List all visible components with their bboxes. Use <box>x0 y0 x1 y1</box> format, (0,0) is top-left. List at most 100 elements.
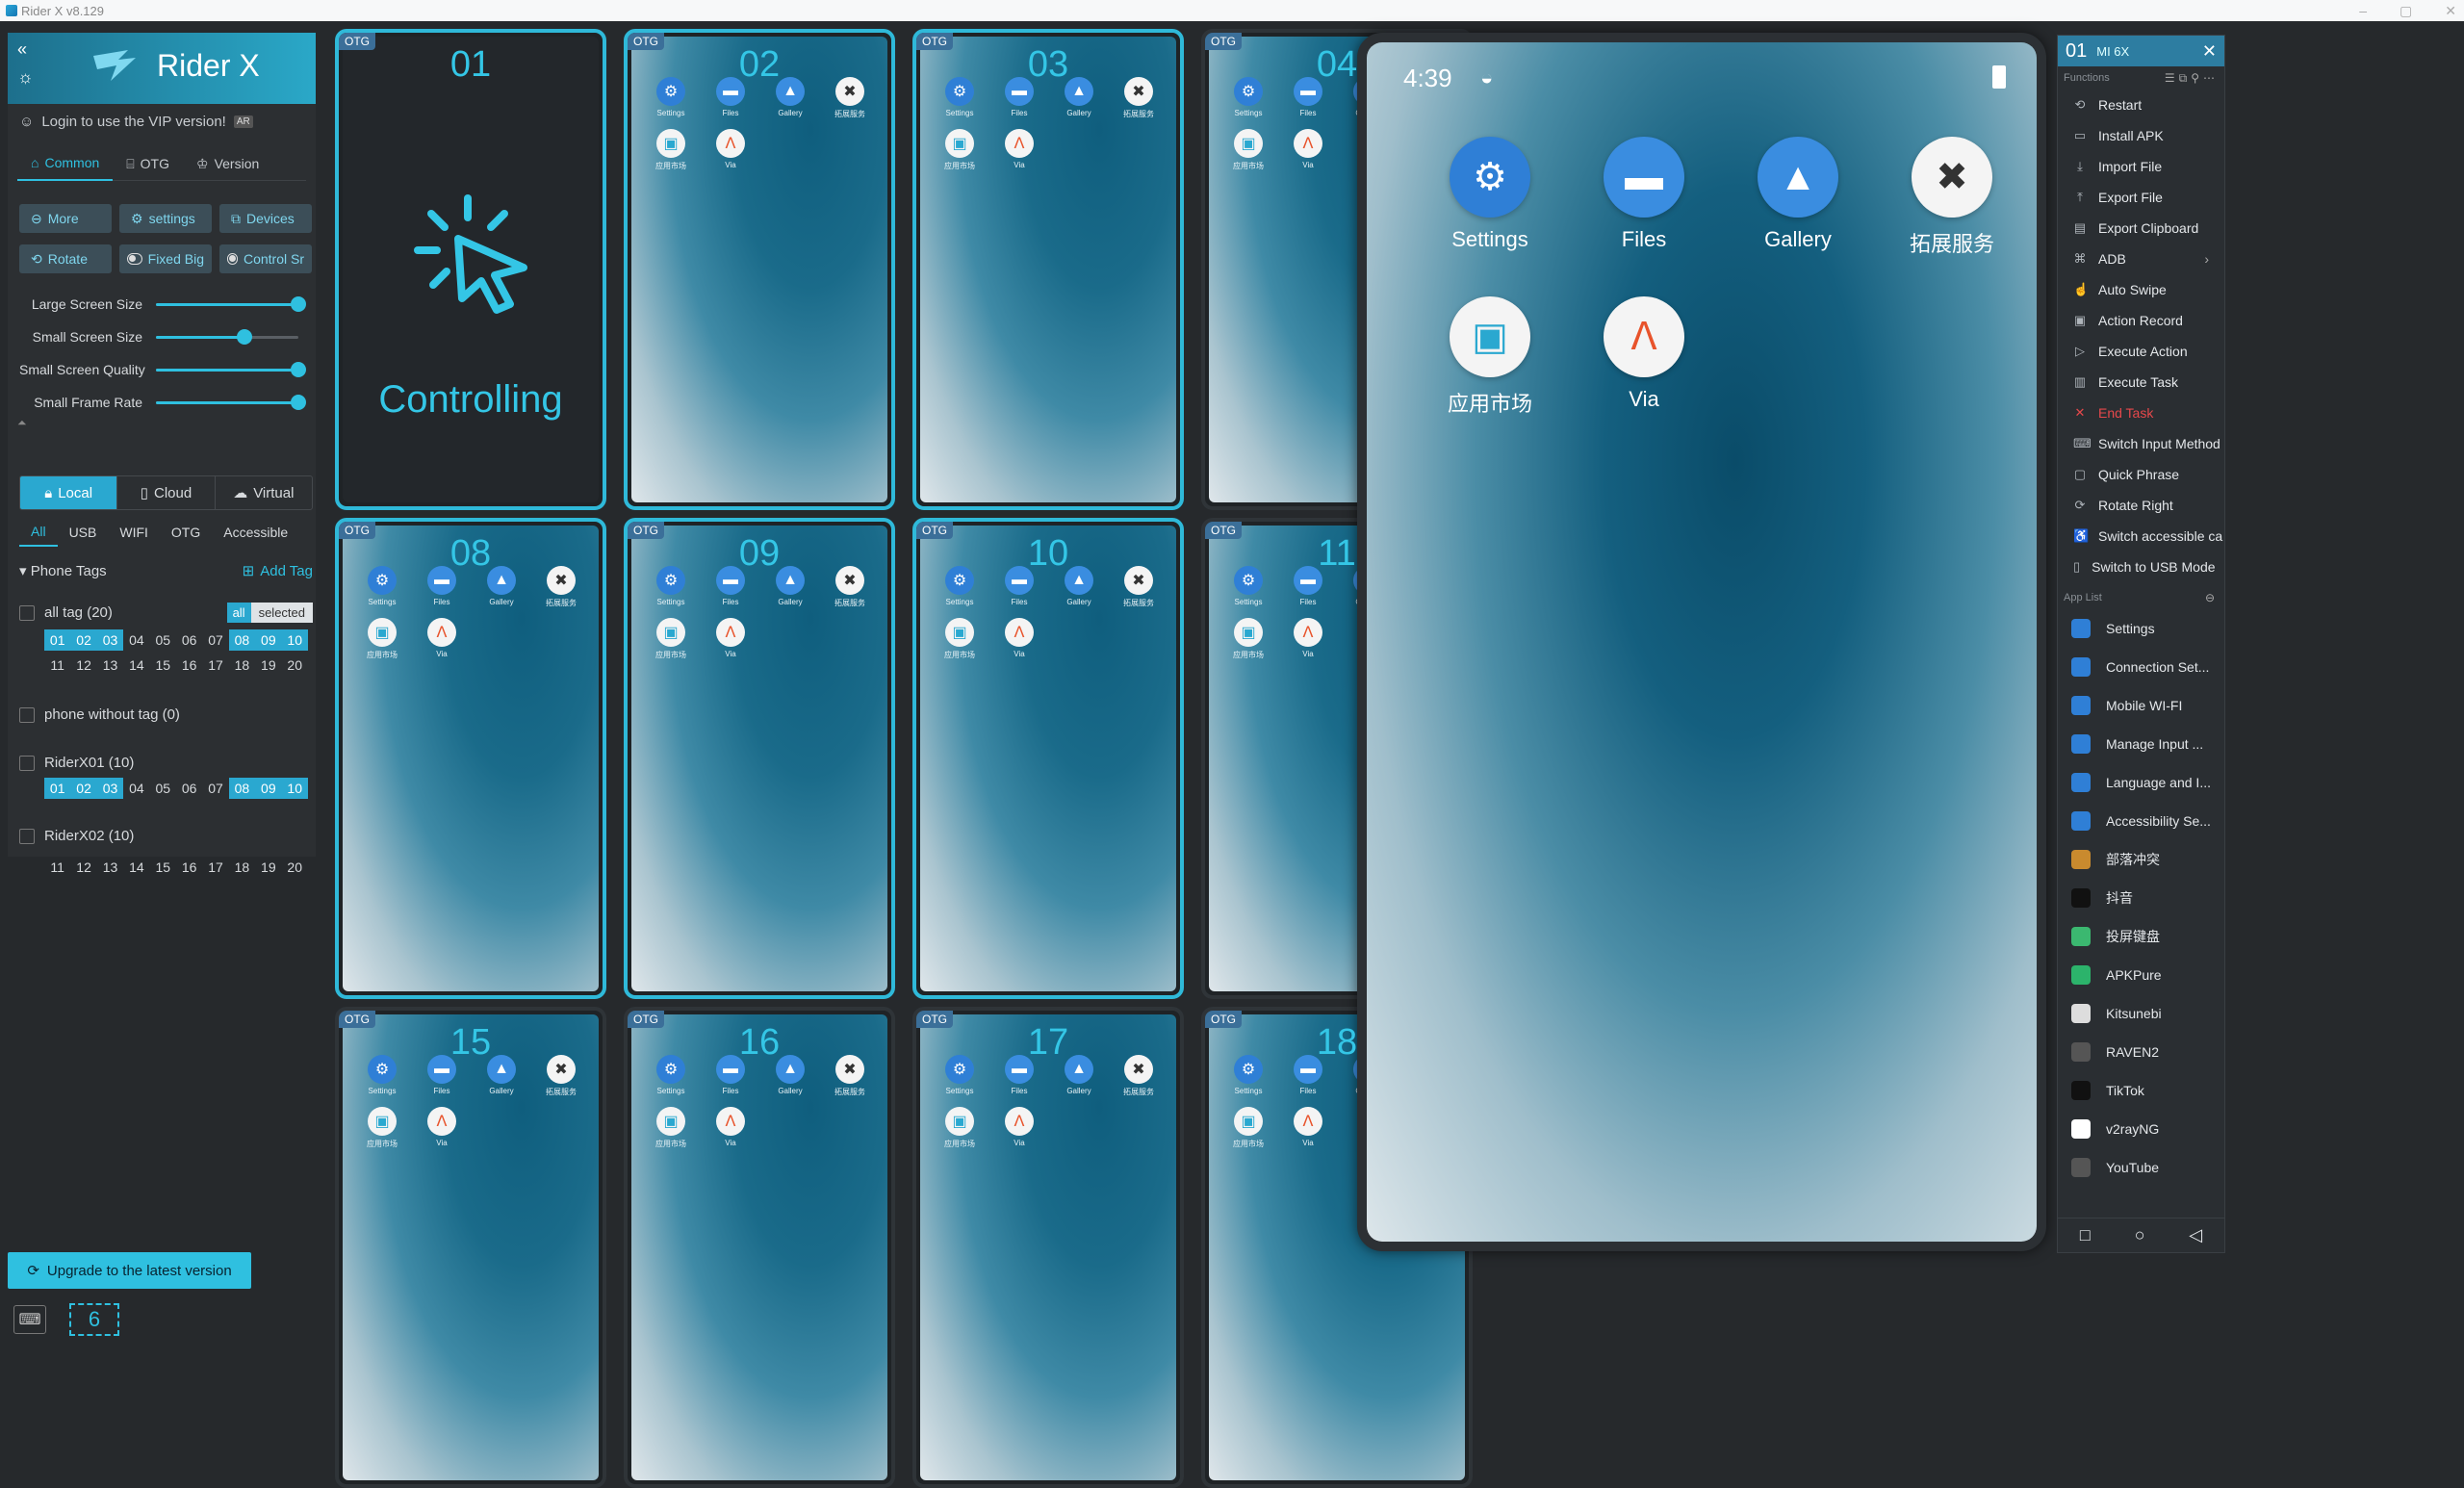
tag-number-02[interactable]: 02 <box>70 778 97 799</box>
add-tag-button[interactable]: ⊞ Add Tag <box>243 562 313 580</box>
filter-accessible-tab[interactable]: Accessible <box>212 518 299 547</box>
phone-app[interactable]: ᐱ Via <box>412 1107 472 1149</box>
large-screen-size-slider[interactable]: Large Screen Size <box>19 295 313 314</box>
phone-tile-02[interactable]: OTG 02 ⚙ Settings ▬ Files ▲ Gallery ✖ 拓展服务 ▣ 应用市场 ᐱ V… <box>624 29 895 510</box>
function-auto-swipe[interactable]: ☝ Auto Swipe <box>2058 274 2224 305</box>
panel-tools-icon[interactable]: ☰⧉⚲⋯ <box>2165 71 2219 86</box>
phone-app[interactable]: ▣ 应用市场 <box>930 618 989 660</box>
slider-track[interactable] <box>156 394 306 410</box>
tag-number-17[interactable]: 17 <box>202 654 228 676</box>
theme-sun-icon[interactable]: ☼ <box>17 67 34 88</box>
tag-number-18[interactable]: 18 <box>229 654 255 676</box>
devices-button[interactable]: ⧉ Devices <box>219 204 312 233</box>
filter-otg-tab[interactable]: OTG <box>160 518 212 547</box>
tag-number-13[interactable]: 13 <box>97 654 123 676</box>
function-end-task[interactable]: ✕ End Task <box>2058 398 2224 428</box>
slider-thumb[interactable] <box>291 295 306 312</box>
tag-number-03[interactable]: 03 <box>96 629 124 651</box>
phone-app[interactable]: ▣ 应用市场 <box>352 618 412 660</box>
tag-number-18[interactable]: 18 <box>229 857 255 878</box>
collapse-up-icon[interactable]: ⏶ <box>17 416 27 430</box>
tag-number-16[interactable]: 16 <box>176 654 202 676</box>
app-list-item[interactable]: v2rayNG <box>2058 1110 2224 1148</box>
app-list-item[interactable]: TikTok <box>2058 1071 2224 1110</box>
control-sr-toggle[interactable]: Control Sr <box>219 244 312 273</box>
phone-app[interactable]: ▣ 应用市场 <box>930 1107 989 1149</box>
slider-track[interactable] <box>156 295 306 312</box>
phone-app[interactable]: ᐱ Via <box>701 129 760 171</box>
close-icon[interactable]: ✕ <box>2202 41 2217 62</box>
tag-number-20[interactable]: 20 <box>282 857 308 878</box>
function-execute-task[interactable]: ▥ Execute Task <box>2058 367 2224 398</box>
tag-number-04[interactable]: 04 <box>123 778 149 799</box>
phone-app[interactable]: ᐱ Via <box>989 618 1049 660</box>
tag-number-08[interactable]: 08 <box>228 629 256 651</box>
function-restart[interactable]: ⟲ Restart <box>2058 90 2224 120</box>
tag-number-19[interactable]: 19 <box>255 857 281 878</box>
large-phone-screen[interactable]: 4:39 ◒ ⚙ Settings ▬ Files ▲ Gallery ✖ 拓展服务 ▣ 应用市场… <box>1357 33 2046 1251</box>
app-list-item[interactable]: Connection Set... <box>2058 648 2224 686</box>
minimize-button[interactable]: – <box>2359 3 2367 18</box>
tag-number-08[interactable]: 08 <box>228 778 256 799</box>
keyboard-button[interactable]: ⌨ <box>13 1305 46 1334</box>
slider-thumb[interactable] <box>236 328 252 345</box>
function-switch-accessible-ca[interactable]: ♿ Switch accessible ca <box>2058 521 2224 552</box>
tag-number-14[interactable]: 14 <box>123 857 149 878</box>
tag-number-06[interactable]: 06 <box>176 778 202 799</box>
home-button[interactable]: ○ <box>2135 1225 2145 1245</box>
tag-number-12[interactable]: 12 <box>70 654 96 676</box>
phone-tile-03[interactable]: OTG 03 ⚙ Settings ▬ Files ▲ Gallery ✖ 拓展服务 ▣ 应用市场 ᐱ V… <box>912 29 1184 510</box>
tag-number-17[interactable]: 17 <box>202 857 228 878</box>
fixed-big-toggle[interactable]: Fixed Big <box>119 244 212 273</box>
function-import-file[interactable]: ⤓ Import File <box>2058 151 2224 182</box>
phone-app[interactable]: ᐱ Via <box>701 618 760 660</box>
function-execute-action[interactable]: ▷ Execute Action <box>2058 336 2224 367</box>
app-list-item[interactable]: Accessibility Se... <box>2058 802 2224 840</box>
tag-number-03[interactable]: 03 <box>96 778 124 799</box>
app-list-item[interactable]: Kitsunebi <box>2058 994 2224 1033</box>
riderx01-checkbox[interactable] <box>19 755 35 771</box>
tag-number-11[interactable]: 11 <box>44 857 70 878</box>
tag-number-16[interactable]: 16 <box>176 857 202 878</box>
filter-wifi-tab[interactable]: WIFI <box>108 518 160 547</box>
phone-app[interactable]: ᐱ Via <box>412 618 472 660</box>
app-list-item[interactable]: 投屏键盘 <box>2058 917 2224 956</box>
settings-button[interactable]: ⚙ settings <box>119 204 212 233</box>
slider-track[interactable] <box>156 328 298 345</box>
phone-app[interactable]: ᐱ Via <box>1278 618 1338 660</box>
app-list-item[interactable]: RAVEN2 <box>2058 1033 2224 1071</box>
all-tag-checkbox[interactable] <box>19 604 35 621</box>
source-cloud-tab[interactable]: ▯ Cloud <box>117 476 216 509</box>
tag-number-01[interactable]: 01 <box>44 778 71 799</box>
phone-app[interactable]: ᐱ Via <box>701 1107 760 1149</box>
tag-number-19[interactable]: 19 <box>255 654 281 676</box>
phone-tile-15[interactable]: OTG 15 ⚙ Settings ▬ Files ▲ Gallery ✖ 拓展服务 ▣ 应用市场 ᐱ V… <box>335 1007 606 1488</box>
phone-app[interactable]: ▣ 应用市场 <box>352 1107 412 1149</box>
tag-number-09[interactable]: 09 <box>255 629 282 651</box>
large-phone-app[interactable]: ▲ Gallery <box>1721 137 1875 258</box>
rotate-button[interactable]: ⟲ Rotate <box>19 244 112 273</box>
phone-app[interactable]: ▣ 应用市场 <box>641 618 701 660</box>
phone-tile-01[interactable]: Controlling OTG 01 <box>335 29 606 510</box>
small-screen-size-slider[interactable]: Small Screen Size <box>19 327 313 346</box>
phone-app[interactable]: ▣ 应用市场 <box>1219 129 1278 171</box>
app-list-item[interactable]: 抖音 <box>2058 879 2224 917</box>
phone-tags-toggle[interactable]: ▾ Phone Tags <box>19 562 107 579</box>
selected-count-badge[interactable]: 6 <box>69 1303 119 1336</box>
tag-number-14[interactable]: 14 <box>123 654 149 676</box>
tag-number-10[interactable]: 10 <box>281 778 308 799</box>
tag-number-11[interactable]: 11 <box>44 654 70 676</box>
phone-app[interactable]: ▣ 应用市场 <box>1219 1107 1278 1149</box>
all-button[interactable]: all <box>226 603 251 623</box>
large-phone-app[interactable]: ✖ 拓展服务 <box>1875 137 2029 258</box>
selected-button[interactable]: selected <box>250 603 313 623</box>
phone-app[interactable]: ᐱ Via <box>989 129 1049 171</box>
phone-app[interactable]: ᐱ Via <box>1278 129 1338 171</box>
phone-tile-10[interactable]: OTG 10 ⚙ Settings ▬ Files ▲ Gallery ✖ 拓展服务 ▣ 应用市场 ᐱ V… <box>912 518 1184 999</box>
app-list-item[interactable]: Settings <box>2058 609 2224 648</box>
function-switch-input-method[interactable]: ⌨ Switch Input Method <box>2058 428 2224 459</box>
maximize-button[interactable]: ▢ <box>2400 3 2412 19</box>
tag-number-20[interactable]: 20 <box>282 654 308 676</box>
phone-app[interactable]: ▣ 应用市场 <box>641 1107 701 1149</box>
tag-number-07[interactable]: 07 <box>202 778 228 799</box>
